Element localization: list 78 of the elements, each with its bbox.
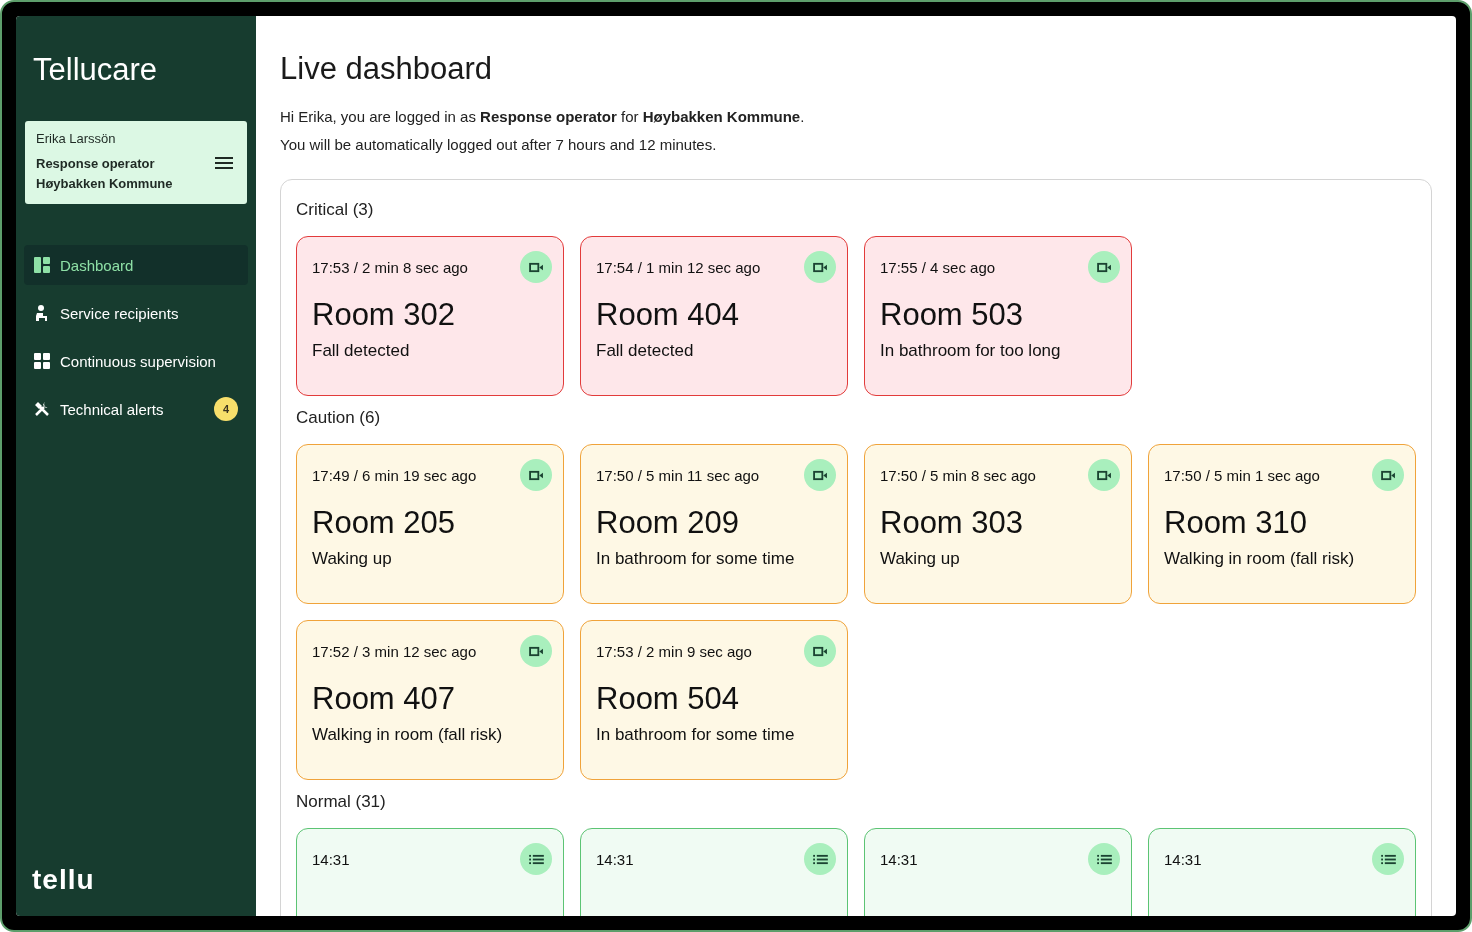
user-organization: Høybakken Kommune <box>36 175 173 193</box>
alert-time: 17:53 / 2 min 8 sec ago <box>312 258 468 276</box>
alert-card[interactable]: 17:50 / 5 min 8 sec ago Room 303 Waking up <box>864 444 1132 604</box>
login-info: Hi Erika, you are logged in as Response operator for Høybakken Kommune. <box>280 107 806 127</box>
nav-item[interactable]: Technical alerts 4 <box>24 389 248 429</box>
alert-event: Fall detected <box>596 341 695 361</box>
user-role: Response operator <box>36 155 156 173</box>
menu-icon[interactable] <box>215 156 233 169</box>
alert-card[interactable]: 17:53 / 2 min 9 sec ago Room 504 In bathroom for some time <box>580 620 848 780</box>
alert-card[interactable]: 14:31 <box>1148 828 1416 916</box>
grid-icon <box>34 353 50 369</box>
room-name: Room 504 <box>596 681 741 717</box>
alert-card[interactable]: 17:53 / 2 min 8 sec ago Room 302 Fall detected <box>296 236 564 396</box>
dashboard-icon <box>34 257 50 273</box>
room-name: Room 303 <box>880 505 1025 541</box>
alert-event: Waking up <box>880 549 961 569</box>
alert-time: 14:31 <box>312 850 350 868</box>
nav-item[interactable]: Service recipients <box>24 293 248 333</box>
list-icon[interactable] <box>1088 843 1120 875</box>
alert-time: 14:31 <box>1164 850 1202 868</box>
alert-event: Waking up <box>312 549 393 569</box>
list-icon[interactable] <box>1372 843 1404 875</box>
alert-event: Walking in room (fall risk) <box>1164 549 1356 569</box>
logout-notice: You will be automatically logged out after 7 hours and 12 minutes. <box>280 135 718 155</box>
alert-card[interactable]: 14:31 <box>296 828 564 916</box>
alert-card[interactable]: 14:31 <box>580 828 848 916</box>
alert-time: 17:54 / 1 min 12 sec ago <box>596 258 761 276</box>
camera-icon[interactable] <box>804 251 836 283</box>
count-badge: 4 <box>214 397 238 421</box>
alert-card[interactable]: 17:50 / 5 min 11 sec ago Room 209 In bathroom for some time <box>580 444 848 604</box>
alert-time: 17:50 / 5 min 8 sec ago <box>880 466 1036 484</box>
alert-event: Walking in room (fall risk) <box>312 725 504 745</box>
camera-icon[interactable] <box>1088 251 1120 283</box>
tools-icon <box>34 401 50 417</box>
page-title: Live dashboard <box>280 51 493 87</box>
camera-icon[interactable] <box>804 459 836 491</box>
alert-card[interactable]: 17:49 / 6 min 19 sec ago Room 205 Waking up <box>296 444 564 604</box>
camera-icon[interactable] <box>520 459 552 491</box>
room-name: Room 407 <box>312 681 457 717</box>
user-name: Erika Larssön <box>36 131 117 146</box>
logo: tellu <box>32 864 96 896</box>
alert-event: In bathroom for too long <box>880 341 1062 361</box>
alert-time: 17:49 / 6 min 19 sec ago <box>312 466 477 484</box>
alert-time: 14:31 <box>596 850 634 868</box>
list-icon[interactable] <box>804 843 836 875</box>
room-name: Room 310 <box>1164 505 1309 541</box>
nav-item[interactable]: Dashboard <box>24 245 248 285</box>
alert-time: 14:31 <box>880 850 918 868</box>
room-name: Room 302 <box>312 297 457 333</box>
camera-icon[interactable] <box>1372 459 1404 491</box>
section-title: Critical (3) <box>296 200 375 220</box>
alert-event: In bathroom for some time <box>596 725 796 745</box>
room-name: Room 404 <box>596 297 741 333</box>
alert-time: 17:50 / 5 min 1 sec ago <box>1164 466 1320 484</box>
room-name: Room 503 <box>880 297 1025 333</box>
alert-card[interactable]: 17:50 / 5 min 1 sec ago Room 310 Walking in room (fall risk) <box>1148 444 1416 604</box>
brand-title: Tellucare <box>33 52 159 88</box>
alert-card[interactable]: 17:52 / 3 min 12 sec ago Room 407 Walking in room (fall risk) <box>296 620 564 780</box>
room-name: Room 205 <box>312 505 457 541</box>
alert-time: 17:55 / 4 sec ago <box>880 258 996 276</box>
section-title: Normal (31) <box>296 792 387 812</box>
camera-icon[interactable] <box>804 635 836 667</box>
alert-time: 17:52 / 3 min 12 sec ago <box>312 642 477 660</box>
alert-card[interactable]: 17:54 / 1 min 12 sec ago Room 404 Fall detected <box>580 236 848 396</box>
alert-card[interactable]: 17:55 / 4 sec ago Room 503 In bathroom for too long <box>864 236 1132 396</box>
camera-icon[interactable] <box>520 251 552 283</box>
alert-event: Fall detected <box>312 341 411 361</box>
section-title: Caution (6) <box>296 408 382 428</box>
camera-icon[interactable] <box>520 635 552 667</box>
list-icon[interactable] <box>520 843 552 875</box>
camera-icon[interactable] <box>1088 459 1120 491</box>
alert-event: In bathroom for some time <box>596 549 796 569</box>
room-name: Room 209 <box>596 505 741 541</box>
alert-card[interactable]: 14:31 <box>864 828 1132 916</box>
alert-time: 17:50 / 5 min 11 sec ago <box>596 466 760 484</box>
person-icon <box>34 305 50 321</box>
alert-time: 17:53 / 2 min 9 sec ago <box>596 642 752 660</box>
nav-item[interactable]: Continuous supervision <box>24 341 248 381</box>
